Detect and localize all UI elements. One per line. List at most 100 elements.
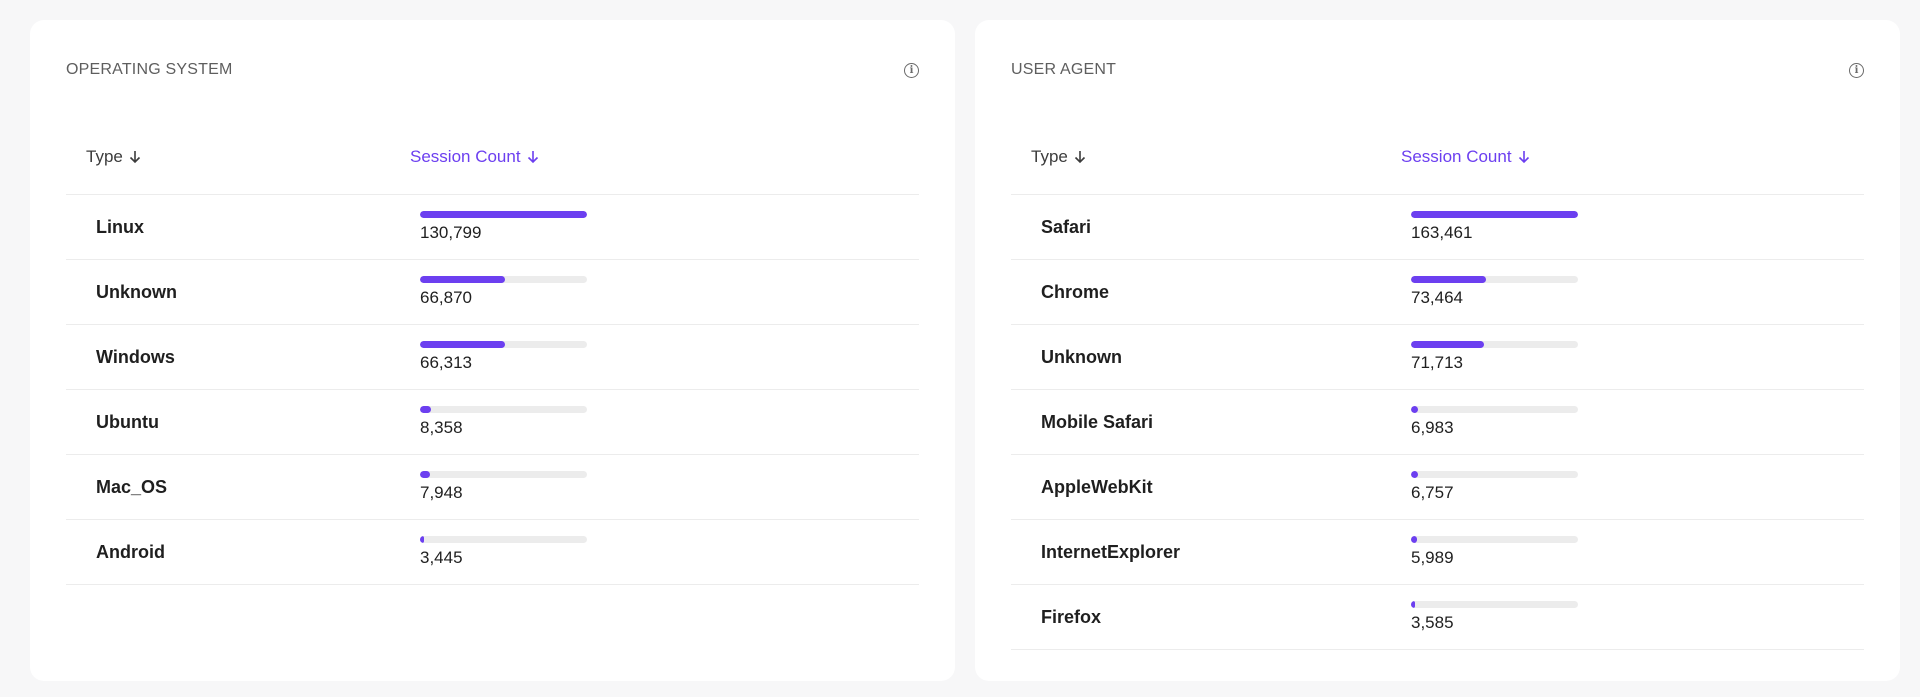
session-count-bar-fill	[1411, 601, 1415, 608]
session-count-value: 163,461	[1411, 223, 1473, 242]
arrow-down-icon	[1074, 151, 1085, 164]
row-type-label: InternetExplorer	[1041, 541, 1181, 562]
session-count-bar	[1411, 536, 1578, 543]
table-row[interactable]: Chrome 73,464	[1011, 260, 1864, 325]
table-row[interactable]: Android 3,445	[66, 520, 919, 585]
session-count-bar-fill	[420, 471, 431, 478]
card-title: USER AGENT	[1011, 61, 1117, 78]
operating-system-card: OPERATING SYSTEM i Type Session Count Li…	[30, 20, 955, 681]
row-type-label: Mobile Safari	[1041, 411, 1154, 432]
session-count-bar	[1411, 471, 1578, 478]
session-count-value: 6,983	[1411, 418, 1454, 437]
table-body: Safari 163,461 Chrome 73,464 Unknown 71,713 Mo…	[1011, 195, 1864, 650]
ua-table: Type Session Count Safari 163,461 Chrome 73…	[1011, 120, 1864, 650]
table-row[interactable]: Linux 130,799	[66, 195, 919, 260]
session-count-cell: 3,445	[420, 536, 587, 568]
row-type-label: AppleWebKit	[1041, 476, 1153, 497]
table-header: Type Session Count	[66, 120, 919, 195]
table-body: Linux 130,799 Unknown 66,870 Windows 66,313 Ub…	[66, 195, 919, 585]
session-count-value: 5,989	[1411, 548, 1454, 567]
table-row[interactable]: Safari 163,461	[1011, 195, 1864, 260]
session-count-value: 3,445	[420, 548, 463, 567]
session-count-value: 130,799	[420, 223, 482, 242]
session-count-cell: 3,585	[1411, 601, 1578, 633]
session-count-bar-fill	[420, 211, 587, 218]
arrow-down-icon	[129, 151, 140, 164]
session-count-cell: 7,948	[420, 471, 587, 503]
session-count-bar	[1411, 341, 1578, 348]
arrow-down-icon	[527, 151, 538, 164]
row-type-label: Firefox	[1041, 606, 1102, 627]
session-count-bar	[420, 406, 587, 413]
session-count-cell: 5,989	[1411, 536, 1578, 568]
session-count-value: 8,358	[420, 418, 463, 437]
session-count-bar	[1411, 276, 1578, 283]
row-type-label: Unknown	[1041, 346, 1122, 367]
card-title: OPERATING SYSTEM	[66, 61, 233, 78]
card-header: OPERATING SYSTEM i	[66, 20, 919, 120]
session-count-bar-fill	[1411, 276, 1487, 283]
session-count-value: 73,464	[1411, 288, 1463, 307]
session-count-cell: 73,464	[1411, 276, 1578, 308]
table-row[interactable]: InternetExplorer 5,989	[1011, 520, 1864, 585]
session-count-value: 6,757	[1411, 483, 1454, 502]
row-type-label: Ubuntu	[96, 411, 159, 432]
row-type-label: Chrome	[1041, 281, 1110, 302]
arrow-down-icon	[1518, 151, 1529, 164]
session-count-value: 66,870	[420, 288, 472, 307]
table-row[interactable]: AppleWebKit 6,757	[1011, 455, 1864, 520]
session-count-bar	[1411, 601, 1578, 608]
table-row[interactable]: Windows 66,313	[66, 325, 919, 390]
type-column-header[interactable]: Type	[66, 147, 410, 167]
session-count-value: 71,713	[1411, 353, 1463, 372]
session-count-value: 66,313	[420, 353, 472, 372]
table-row[interactable]: Firefox 3,585	[1011, 585, 1864, 650]
session-count-bar	[1411, 211, 1578, 218]
session-count-bar-fill	[1411, 471, 1418, 478]
row-type-label: Unknown	[96, 281, 177, 302]
session-count-bar	[420, 536, 587, 543]
session-count-value: 3,585	[1411, 613, 1454, 632]
os-table: Type Session Count Linux 130,799 Unknown 66…	[66, 120, 919, 585]
session-count-bar	[1411, 406, 1578, 413]
session-count-bar	[420, 341, 587, 348]
session-count-cell: 66,313	[420, 341, 587, 373]
session-count-bar-fill	[420, 341, 505, 348]
session-count-bar	[420, 276, 587, 283]
dashboard: OPERATING SYSTEM i Type Session Count Li…	[0, 0, 1920, 697]
session-count-value: 7,948	[420, 483, 463, 502]
session-count-bar-fill	[1411, 406, 1419, 413]
row-type-label: Android	[96, 541, 165, 562]
row-type-label: Linux	[96, 216, 144, 237]
session-count-cell: 71,713	[1411, 341, 1578, 373]
row-type-label: Safari	[1041, 216, 1092, 237]
session-count-cell: 6,983	[1411, 406, 1578, 438]
session-count-bar-fill	[420, 276, 506, 283]
info-icon[interactable]: i	[904, 62, 919, 78]
table-header: Type Session Count	[1011, 120, 1864, 195]
card-header: USER AGENT i	[1011, 20, 1864, 120]
session-count-cell: 66,870	[420, 276, 587, 308]
session-count-bar-fill	[420, 536, 425, 543]
session-count-cell: 163,461	[1411, 211, 1578, 243]
table-row[interactable]: Mobile Safari 6,983	[1011, 390, 1864, 455]
session-count-bar	[420, 211, 587, 218]
user-agent-card: USER AGENT i Type Session Count Safari 16…	[975, 20, 1900, 681]
table-row[interactable]: Ubuntu 8,358	[66, 390, 919, 455]
session-count-bar-fill	[1411, 211, 1578, 218]
session-count-bar-fill	[1411, 536, 1418, 543]
session-count-bar	[420, 471, 587, 478]
table-row[interactable]: Unknown 66,870	[66, 260, 919, 325]
session-count-bar-fill	[1411, 341, 1485, 348]
info-icon[interactable]: i	[1849, 62, 1864, 78]
type-column-header[interactable]: Type	[1011, 147, 1401, 167]
table-row[interactable]: Mac_OS 7,948	[66, 455, 919, 520]
session-count-bar-fill	[420, 406, 431, 413]
session-count-cell: 8,358	[420, 406, 587, 438]
session-count-cell: 130,799	[420, 211, 587, 243]
session-count-cell: 6,757	[1411, 471, 1578, 503]
session-count-column-header[interactable]: Session Count	[1401, 147, 1530, 167]
session-count-column-header[interactable]: Session Count	[410, 147, 539, 167]
row-type-label: Mac_OS	[96, 476, 168, 497]
table-row[interactable]: Unknown 71,713	[1011, 325, 1864, 390]
